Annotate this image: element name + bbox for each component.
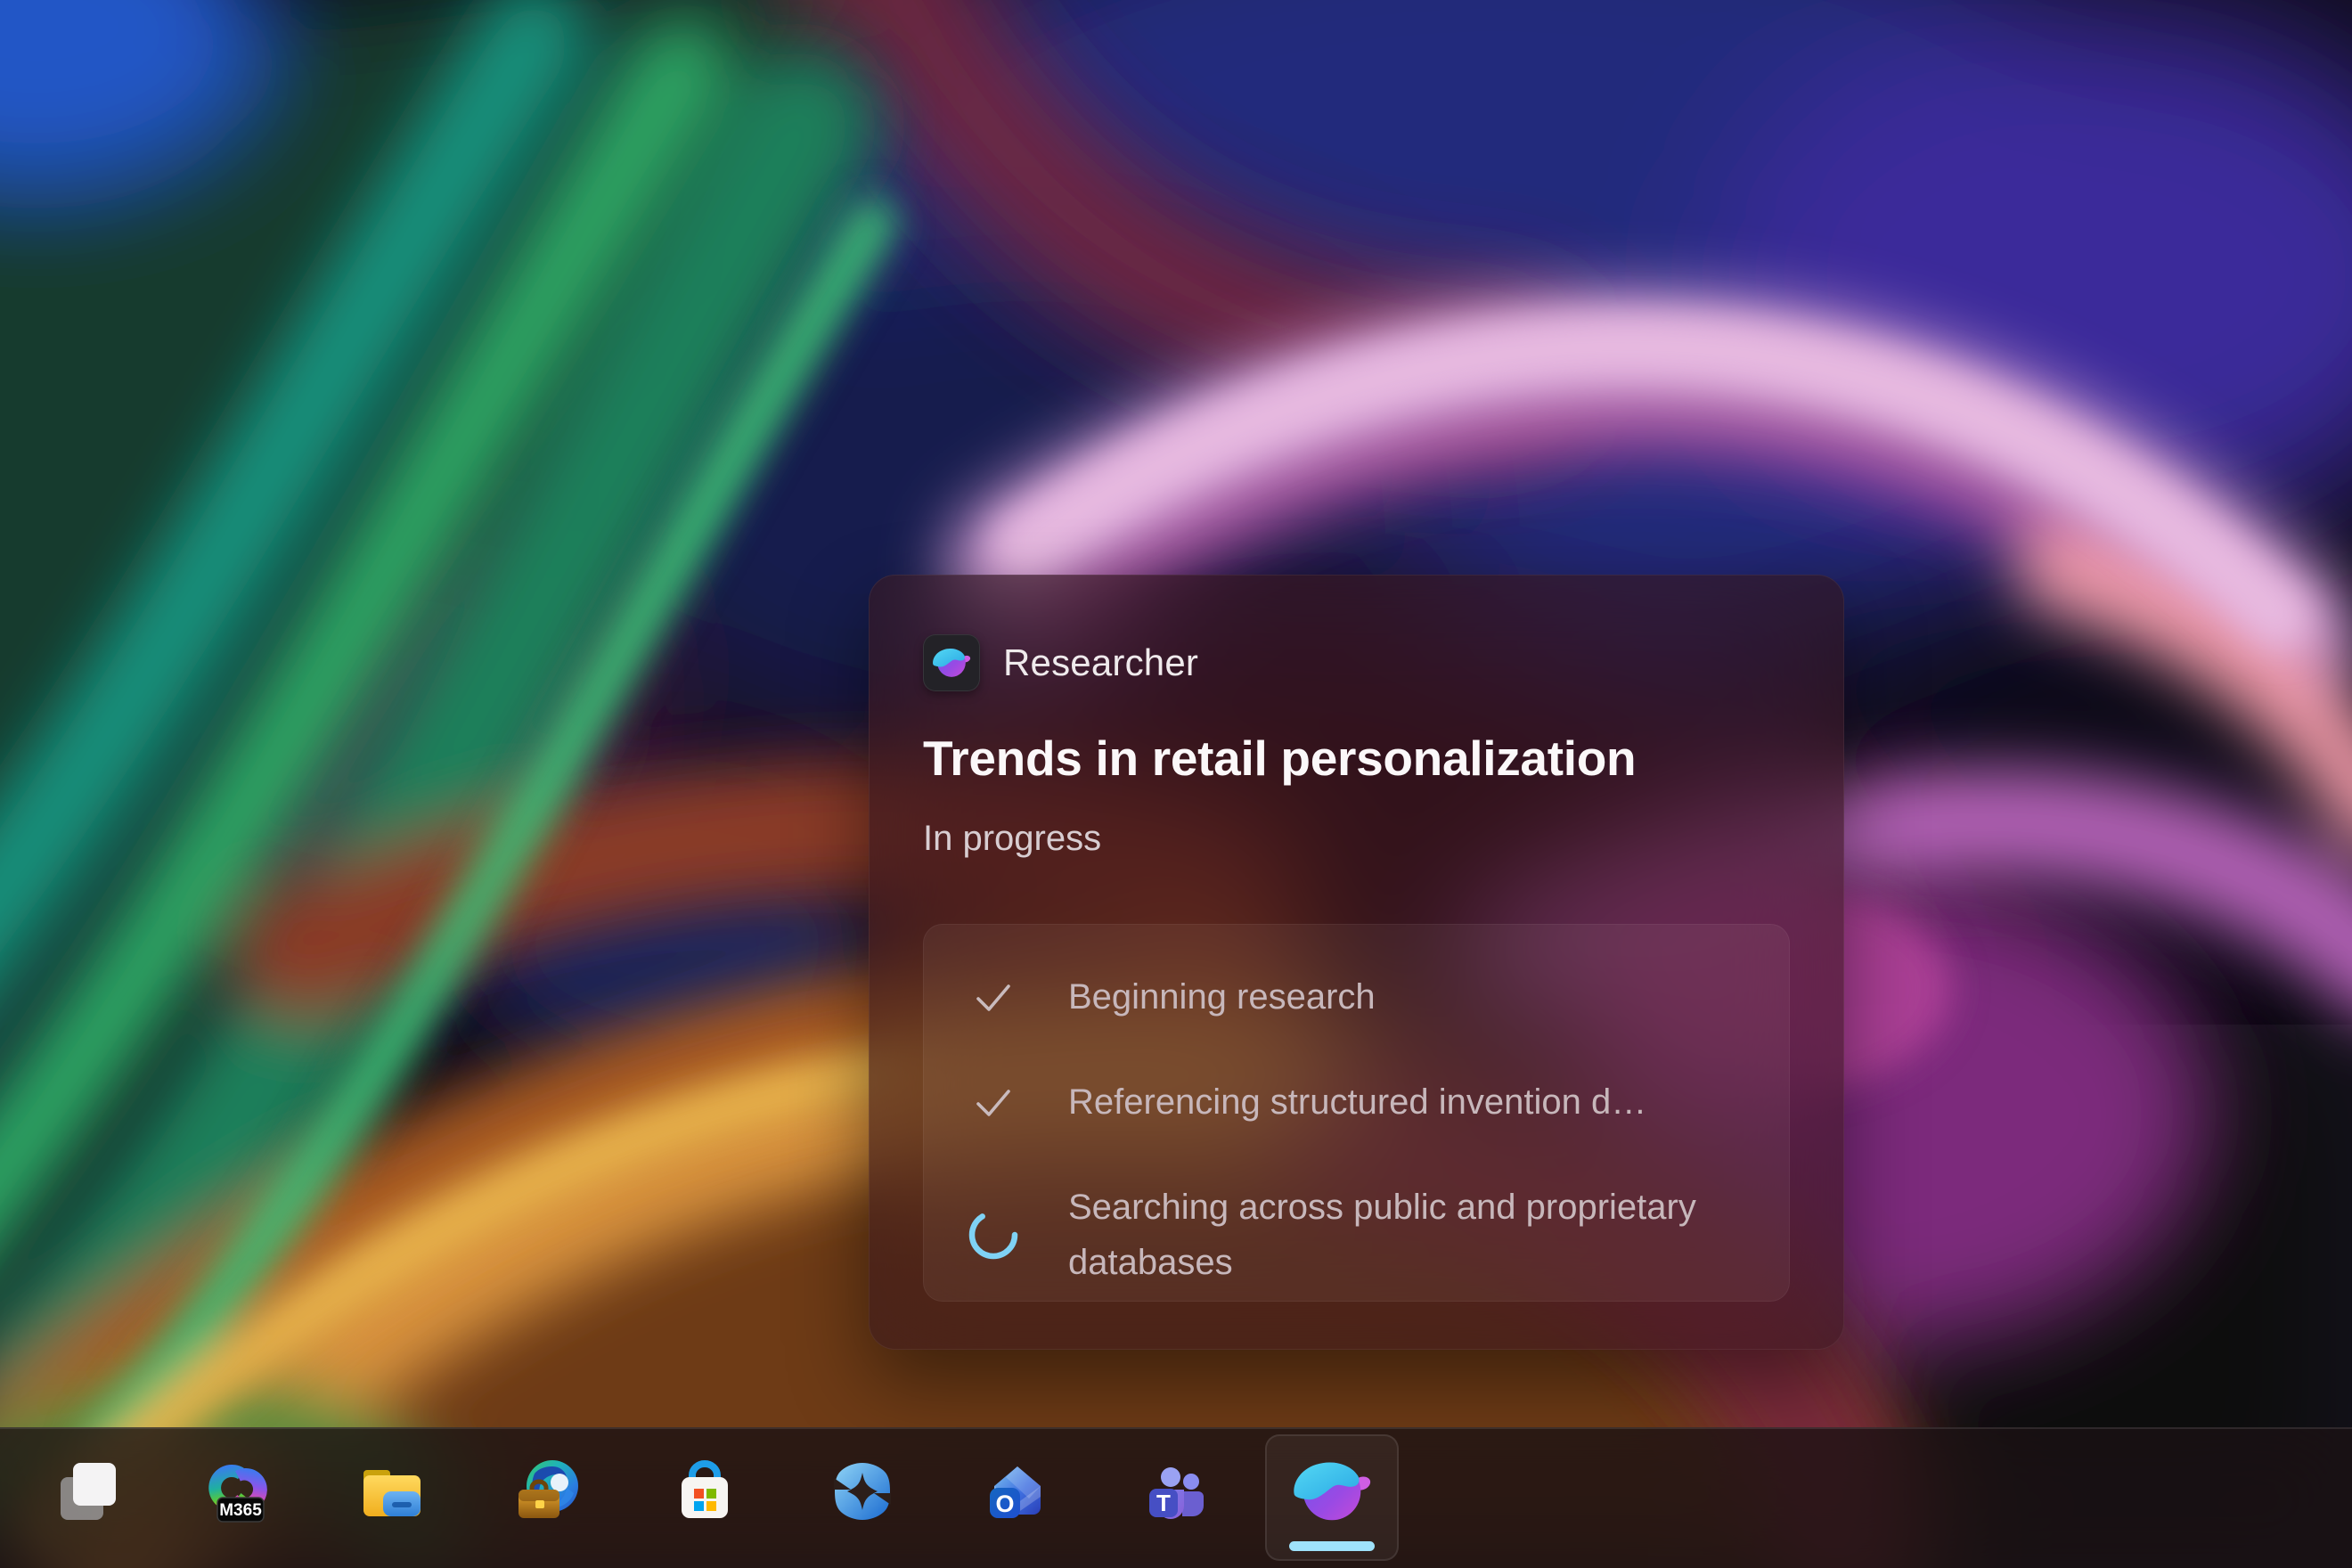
taskbar-button-file-explorer[interactable] bbox=[353, 1440, 431, 1543]
researcher-app-tile bbox=[923, 634, 980, 691]
taskbar-button-teams[interactable]: T bbox=[1136, 1440, 1214, 1543]
edge-briefcase-icon bbox=[511, 1452, 590, 1531]
active-app-indicator bbox=[1289, 1541, 1375, 1551]
m365-copilot-icon: M365 bbox=[198, 1452, 276, 1531]
microsoft-store-icon bbox=[666, 1452, 744, 1531]
task-status: In progress bbox=[923, 817, 1790, 860]
file-explorer-icon bbox=[353, 1452, 431, 1531]
step-row: Beginning research bbox=[968, 969, 1753, 1025]
step-label: Searching across public and proprietary … bbox=[1068, 1180, 1736, 1290]
researcher-icon bbox=[1288, 1448, 1376, 1535]
window-stack-icon bbox=[48, 1452, 127, 1531]
card-header: Researcher bbox=[923, 634, 1790, 691]
outlook-glyph: O bbox=[995, 1490, 1014, 1517]
taskbar-button-m365-copilot[interactable]: M365 bbox=[198, 1440, 276, 1543]
teams-icon: T bbox=[1136, 1452, 1214, 1531]
outlook-icon: O bbox=[978, 1452, 1057, 1531]
task-title: Trends in retail personalization bbox=[923, 731, 1790, 787]
taskbar-button-researcher-active[interactable] bbox=[1265, 1434, 1399, 1561]
desktop: Researcher Trends in retail personalizat… bbox=[0, 0, 2352, 1568]
sync-sparkle-icon bbox=[823, 1452, 902, 1531]
check-icon bbox=[968, 1077, 1018, 1127]
step-label: Referencing structured invention d… bbox=[1068, 1074, 1646, 1130]
step-row: Searching across public and proprietary … bbox=[968, 1180, 1753, 1290]
spinner-icon bbox=[968, 1210, 1018, 1260]
step-label: Beginning research bbox=[1068, 969, 1376, 1025]
taskbar-button-sync-sparkle-app[interactable] bbox=[823, 1440, 902, 1543]
teams-glyph: T bbox=[1156, 1490, 1171, 1516]
check-icon bbox=[968, 972, 1018, 1022]
taskbar-button-microsoft-store[interactable] bbox=[666, 1440, 744, 1543]
taskbar-button-edge-business[interactable] bbox=[511, 1440, 590, 1543]
researcher-notification-card[interactable]: Researcher Trends in retail personalizat… bbox=[869, 575, 1844, 1350]
taskbar-button-window-stack[interactable] bbox=[48, 1440, 127, 1543]
app-name: Researcher bbox=[1003, 641, 1198, 684]
taskbar-button-outlook[interactable]: O bbox=[978, 1440, 1057, 1543]
progress-panel: Beginning research Referencing structure… bbox=[923, 924, 1790, 1302]
m365-badge-label: M365 bbox=[219, 1501, 262, 1520]
step-row: Referencing structured invention d… bbox=[968, 1074, 1753, 1130]
researcher-icon bbox=[930, 641, 973, 684]
